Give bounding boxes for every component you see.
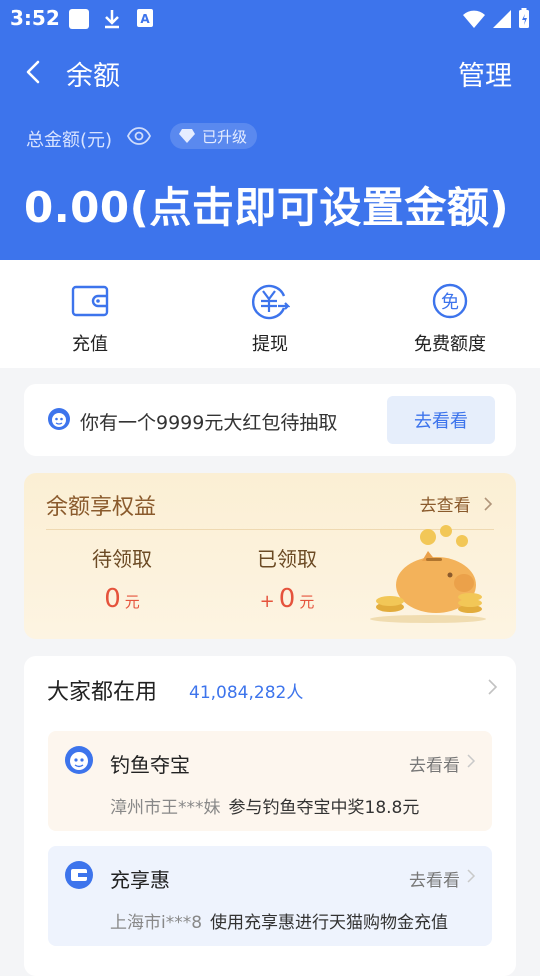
rights-view-label: 去查看 — [419, 496, 471, 516]
free-quota-button[interactable]: 免 免费额度 — [390, 282, 510, 356]
withdraw-button[interactable]: 提现 — [210, 282, 330, 356]
badge-label: 已升级 — [202, 127, 248, 146]
chevron-right-icon — [484, 497, 493, 511]
wallet-icon — [30, 282, 150, 320]
service-activity: 漳州市王***妹 参与钓鱼夺宝中奖18.8元 — [110, 793, 419, 818]
page-title: 余额 — [66, 61, 120, 92]
battery-icon — [518, 7, 530, 33]
service-go-link[interactable]: 去看看 — [409, 751, 460, 776]
back-icon[interactable] — [20, 58, 48, 86]
svg-text:免: 免 — [441, 292, 459, 313]
free-quota-icon: 免 — [390, 282, 510, 320]
chevron-right-icon — [466, 868, 476, 888]
activity-user: 上海市i***8 — [110, 913, 203, 933]
popular-title: 大家都在用 — [47, 680, 158, 705]
signal-icon — [492, 9, 512, 33]
activity-text: 使用充享惠进行天猫购物金充值 — [210, 913, 449, 933]
service-name: 钓鱼夺宝 — [110, 753, 190, 777]
pending-unit: 元 — [124, 593, 140, 611]
fishing-treasure-icon — [64, 745, 94, 779]
service-name: 充享惠 — [110, 868, 170, 892]
received-value: +0 元 — [232, 584, 342, 614]
status-time: 3:52 — [10, 6, 60, 30]
diamond-icon — [179, 129, 195, 143]
pending-value: 0元 — [72, 584, 172, 614]
service-go-link[interactable]: 去看看 — [409, 866, 460, 891]
balance-amount[interactable]: 0.00(点击即可设置金额) — [24, 174, 509, 235]
service-activity: 上海市i***8 使用充享惠进行天猫购物金充值 — [110, 908, 448, 933]
promo-go-button[interactable]: 去看看 — [387, 396, 495, 444]
notification-square-icon — [68, 8, 90, 34]
status-bar: 3:52 A — [0, 0, 540, 36]
upgraded-badge[interactable]: 已升级 — [170, 123, 258, 149]
promo-text: 你有一个9999元大红包待抽取 — [80, 412, 338, 434]
activity-user: 漳州市王***妹 — [110, 798, 221, 818]
list-item-recharge-benefit[interactable]: 充享惠 去看看 上海市i***8 使用充享惠进行天猫购物金充值 — [48, 846, 492, 946]
popular-services-card: 大家都在用 41,084,282人 钓鱼夺宝 去看看 漳州市王***妹 参与钓鱼夺… — [24, 656, 516, 976]
received-prefix: + — [259, 591, 275, 612]
wifi-icon — [462, 9, 486, 33]
red-packet-promo: 你有一个9999元大红包待抽取 去看看 — [24, 384, 516, 456]
manage-button[interactable]: 管理 — [458, 54, 512, 93]
received-label: 已领取 — [257, 547, 317, 571]
pending-label: 待领取 — [92, 547, 152, 571]
rights-view-link[interactable]: 去查看 — [420, 491, 494, 516]
mascot-avatar-icon — [47, 407, 71, 435]
received-unit: 元 — [299, 593, 315, 611]
yuan-withdraw-icon — [210, 282, 330, 320]
rights-title: 余额享权益 — [46, 495, 157, 520]
recharge-button[interactable]: 充值 — [30, 282, 150, 356]
list-item-fishing[interactable]: 钓鱼夺宝 去看看 漳州市王***妹 参与钓鱼夺宝中奖18.8元 — [48, 731, 492, 831]
piggy-bank-icon — [366, 523, 496, 627]
card-wallet-icon — [64, 860, 94, 894]
popular-user-count: 41,084,282人 — [189, 683, 304, 703]
recharge-label: 充值 — [72, 334, 108, 355]
svg-text:A: A — [140, 12, 150, 26]
balance-header: 余额 管理 总金额(元) 已升级 0.00(点击即可设置金额) — [0, 36, 540, 260]
withdraw-label: 提现 — [252, 334, 288, 355]
action-row: 充值 提现 免 免费额度 — [0, 260, 540, 368]
free-quota-label: 免费额度 — [414, 334, 486, 355]
download-icon — [102, 8, 122, 34]
chevron-right-icon — [466, 753, 476, 773]
received-rewards[interactable]: 已领取 +0 元 — [232, 543, 342, 614]
pending-number: 0 — [104, 584, 121, 614]
font-a-icon: A — [136, 8, 154, 32]
received-number: 0 — [278, 584, 296, 614]
chevron-right-icon[interactable] — [486, 678, 498, 700]
eye-icon[interactable] — [126, 125, 152, 151]
total-amount-label: 总金额(元) — [26, 130, 113, 151]
balance-rights-card: 余额享权益 去查看 待领取 0元 已领取 +0 元 — [24, 473, 516, 639]
pending-rewards[interactable]: 待领取 0元 — [72, 543, 172, 614]
activity-text: 参与钓鱼夺宝中奖18.8元 — [228, 798, 420, 818]
